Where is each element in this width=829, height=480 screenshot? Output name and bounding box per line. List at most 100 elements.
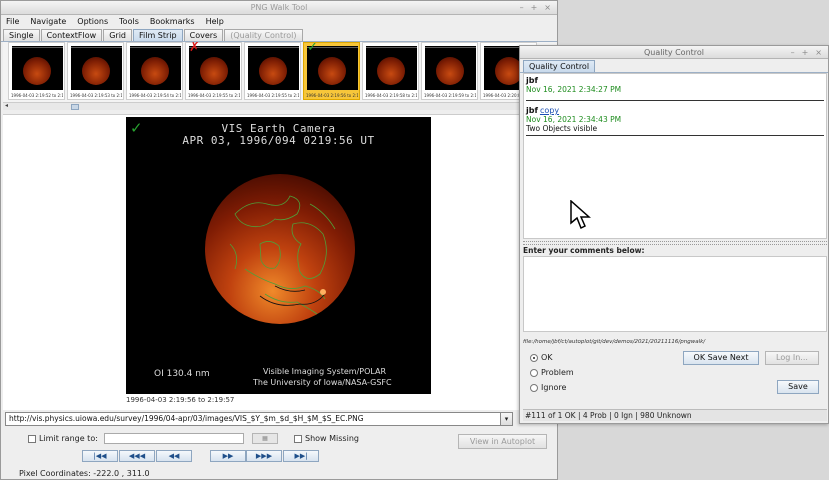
enter-comments-label: Enter your comments below: <box>523 246 645 255</box>
thumbnail-caption: 1996-04-03 2:19:59 to 2:19:59 <box>424 93 476 98</box>
pixel-coordinates: Pixel Coordinates: -222.0 , 311.0 <box>19 469 150 478</box>
thumbnail-image <box>366 46 417 90</box>
tab-film-strip[interactable]: Film Strip <box>133 29 183 41</box>
thumbnail-caption: 1996-04-03 2:19:54 to 2:19:54 <box>129 93 181 98</box>
menu-options[interactable]: Options <box>77 17 108 26</box>
url-template-field[interactable]: http://vis.physics.uiowa.edu/survey/1996… <box>5 412 513 426</box>
comment-textarea[interactable] <box>523 256 827 332</box>
ok-radio-label: OK <box>541 353 553 362</box>
thumbnail-image <box>12 46 63 90</box>
maximize-icon[interactable]: + <box>531 1 538 15</box>
menu-bookmarks[interactable]: Bookmarks <box>150 17 195 26</box>
save-button[interactable]: Save <box>777 380 819 394</box>
film-strip-thumbnail[interactable]: 1996-04-03 2:19:59 to 2:19:59 <box>421 42 478 100</box>
thumbnail-caption: 1996-04-03 2:19:55 to 2:19:55 <box>247 93 299 98</box>
comment-history: jbf Nov 16, 2021 2:34:27 PM jbf copy Nov … <box>523 73 827 239</box>
quality-control-window: Quality Control – + × Quality Control jb… <box>519 45 829 424</box>
film-strip-thumbnail[interactable]: 1996-04-03 2:19:52 to 2:19:52 <box>8 42 65 100</box>
filter-label: OI 130.4 nm <box>154 369 210 379</box>
menu-help[interactable]: Help <box>206 17 224 26</box>
menu-bar: File Navigate Options Tools Bookmarks He… <box>1 15 557 28</box>
thumbnail-image <box>248 46 299 90</box>
tab-contextflow[interactable]: ContextFlow <box>40 29 103 41</box>
comment-date: Nov 16, 2021 2:34:27 PM <box>526 85 622 94</box>
thumbnail-image <box>71 46 122 90</box>
first-page-button[interactable]: |◀◀ <box>82 450 118 462</box>
qc-status-bar: #111 of 1 OK | 4 Prob | 0 Ign | 980 Unkn… <box>523 409 827 421</box>
range-picker-button[interactable]: ▦ <box>252 433 278 444</box>
tab-covers[interactable]: Covers <box>183 29 224 41</box>
log-in-button[interactable]: Log In... <box>765 351 819 365</box>
problem-radio[interactable] <box>530 369 538 377</box>
tab-grid[interactable]: Grid <box>103 29 132 41</box>
next-page-button[interactable]: ▶▶▶ <box>246 450 282 462</box>
last-page-button[interactable]: ▶▶| <box>283 450 319 462</box>
ok-radio[interactable] <box>530 354 538 362</box>
show-missing-label: Show Missing <box>305 434 359 443</box>
ignore-radio[interactable] <box>530 384 538 392</box>
prev-item-button[interactable]: ◀◀ <box>156 450 192 462</box>
main-image: ✓ VIS Earth Camera APR 03, 1996/094 0219… <box>126 117 431 394</box>
window-title: PNG Walk Tool <box>250 3 308 12</box>
ignore-radio-label: Ignore <box>541 383 567 392</box>
tab-single[interactable]: Single <box>3 29 40 41</box>
close-icon[interactable]: × <box>544 1 551 15</box>
tab-qc[interactable]: Quality Control <box>523 60 596 72</box>
image-date: APR 03, 1996/094 0219:56 UT <box>182 134 375 147</box>
menu-navigate[interactable]: Navigate <box>30 17 66 26</box>
thumbnail-caption: 1996-04-03 2:19:53 to 2:19:53 <box>70 93 122 98</box>
qc-close-icon[interactable]: × <box>815 46 822 59</box>
earth-globe <box>205 174 355 324</box>
comment-separator <box>526 100 824 101</box>
thumbnail-caption: 1996-04-03 2:19:52 to 2:19:52 <box>11 93 63 98</box>
comment-user: jbf copy <box>526 106 560 115</box>
thumbnail-image <box>425 46 476 90</box>
url-dropdown-chevron-icon[interactable]: ▾ <box>500 412 513 426</box>
menu-file[interactable]: File <box>6 17 19 26</box>
film-strip-thumbnail[interactable]: 1996-04-03 2:19:58 to 2:19:58 <box>362 42 419 100</box>
limit-range-label: Limit range to: <box>39 434 98 443</box>
pane-splitter[interactable] <box>523 241 827 245</box>
limit-range-checkbox[interactable] <box>28 435 36 443</box>
file-path-label: file:/home/jbf/ct/autoplot/git/dev/demos… <box>523 339 706 345</box>
scroll-left-icon[interactable]: ◂ <box>5 102 8 109</box>
qc-maximize-icon[interactable]: + <box>802 46 809 59</box>
thumbnail-caption: 1996-04-03 2:19:56 to 2:19:57 <box>306 93 358 98</box>
view-in-autoplot-button[interactable]: View in Autoplot <box>458 434 547 449</box>
scroll-thumb[interactable] <box>71 104 79 110</box>
tab-quality-control[interactable]: (Quality Control) <box>224 29 303 41</box>
credit-line-2: The University of Iowa/NASA-GSFC <box>253 378 392 387</box>
qc-window-title: Quality Control <box>643 48 705 57</box>
problem-x-icon: ✗ <box>189 42 200 55</box>
image-caption: 1996-04-03 2:19:56 to 2:19:57 <box>126 396 235 404</box>
film-strip-thumbnail[interactable]: ✓ 1996-04-03 2:19:56 to 2:19:57 <box>303 42 360 100</box>
film-strip-thumbnail[interactable]: 1996-04-03 2:19:53 to 2:19:53 <box>67 42 124 100</box>
ok-save-next-button[interactable]: OK Save Next <box>683 351 759 365</box>
comment-user: jbf <box>526 76 538 85</box>
menu-tools[interactable]: Tools <box>119 17 139 26</box>
comment-separator <box>526 135 824 136</box>
limit-range-input[interactable] <box>104 433 244 444</box>
film-strip-thumbnail[interactable]: ✗ 1996-04-03 2:19:55 to 2:19:55 <box>185 42 242 100</box>
next-item-button[interactable]: ▶▶ <box>210 450 246 462</box>
qc-titlebar: Quality Control – + × <box>520 46 828 59</box>
minimize-icon[interactable]: – <box>520 1 524 15</box>
prev-page-button[interactable]: ◀◀◀ <box>119 450 155 462</box>
problem-radio-label: Problem <box>541 368 574 377</box>
film-strip-thumbnail[interactable]: 1996-04-03 2:19:55 to 2:19:55 <box>244 42 301 100</box>
comment-text: Two Objects visible <box>526 124 598 133</box>
thumbnail-image <box>130 46 181 90</box>
main-titlebar: PNG Walk Tool – + × <box>1 1 557 15</box>
film-strip-thumbnail[interactable]: 1996-04-03 2:19:54 to 2:19:54 <box>126 42 183 100</box>
thumbnail-caption: 1996-04-03 2:19:58 to 2:19:58 <box>365 93 417 98</box>
film-strip: 1996-04-03 2:19:52 to 2:19:52 1996-04-03 … <box>3 42 557 102</box>
ok-check-icon: ✓ <box>307 42 318 55</box>
qc-minimize-icon[interactable]: – <box>791 46 795 59</box>
comment-date: Nov 16, 2021 2:34:43 PM <box>526 115 622 124</box>
credit-line-1: Visible Imaging System/POLAR <box>263 367 387 376</box>
film-strip-scrollbar[interactable]: ◂ <box>3 102 557 110</box>
view-tabs: Single ContextFlow Grid Film Strip Cover… <box>1 28 557 42</box>
copy-link[interactable]: copy <box>540 106 559 115</box>
show-missing-checkbox[interactable] <box>294 435 302 443</box>
mouse-pointer-icon <box>570 200 591 230</box>
